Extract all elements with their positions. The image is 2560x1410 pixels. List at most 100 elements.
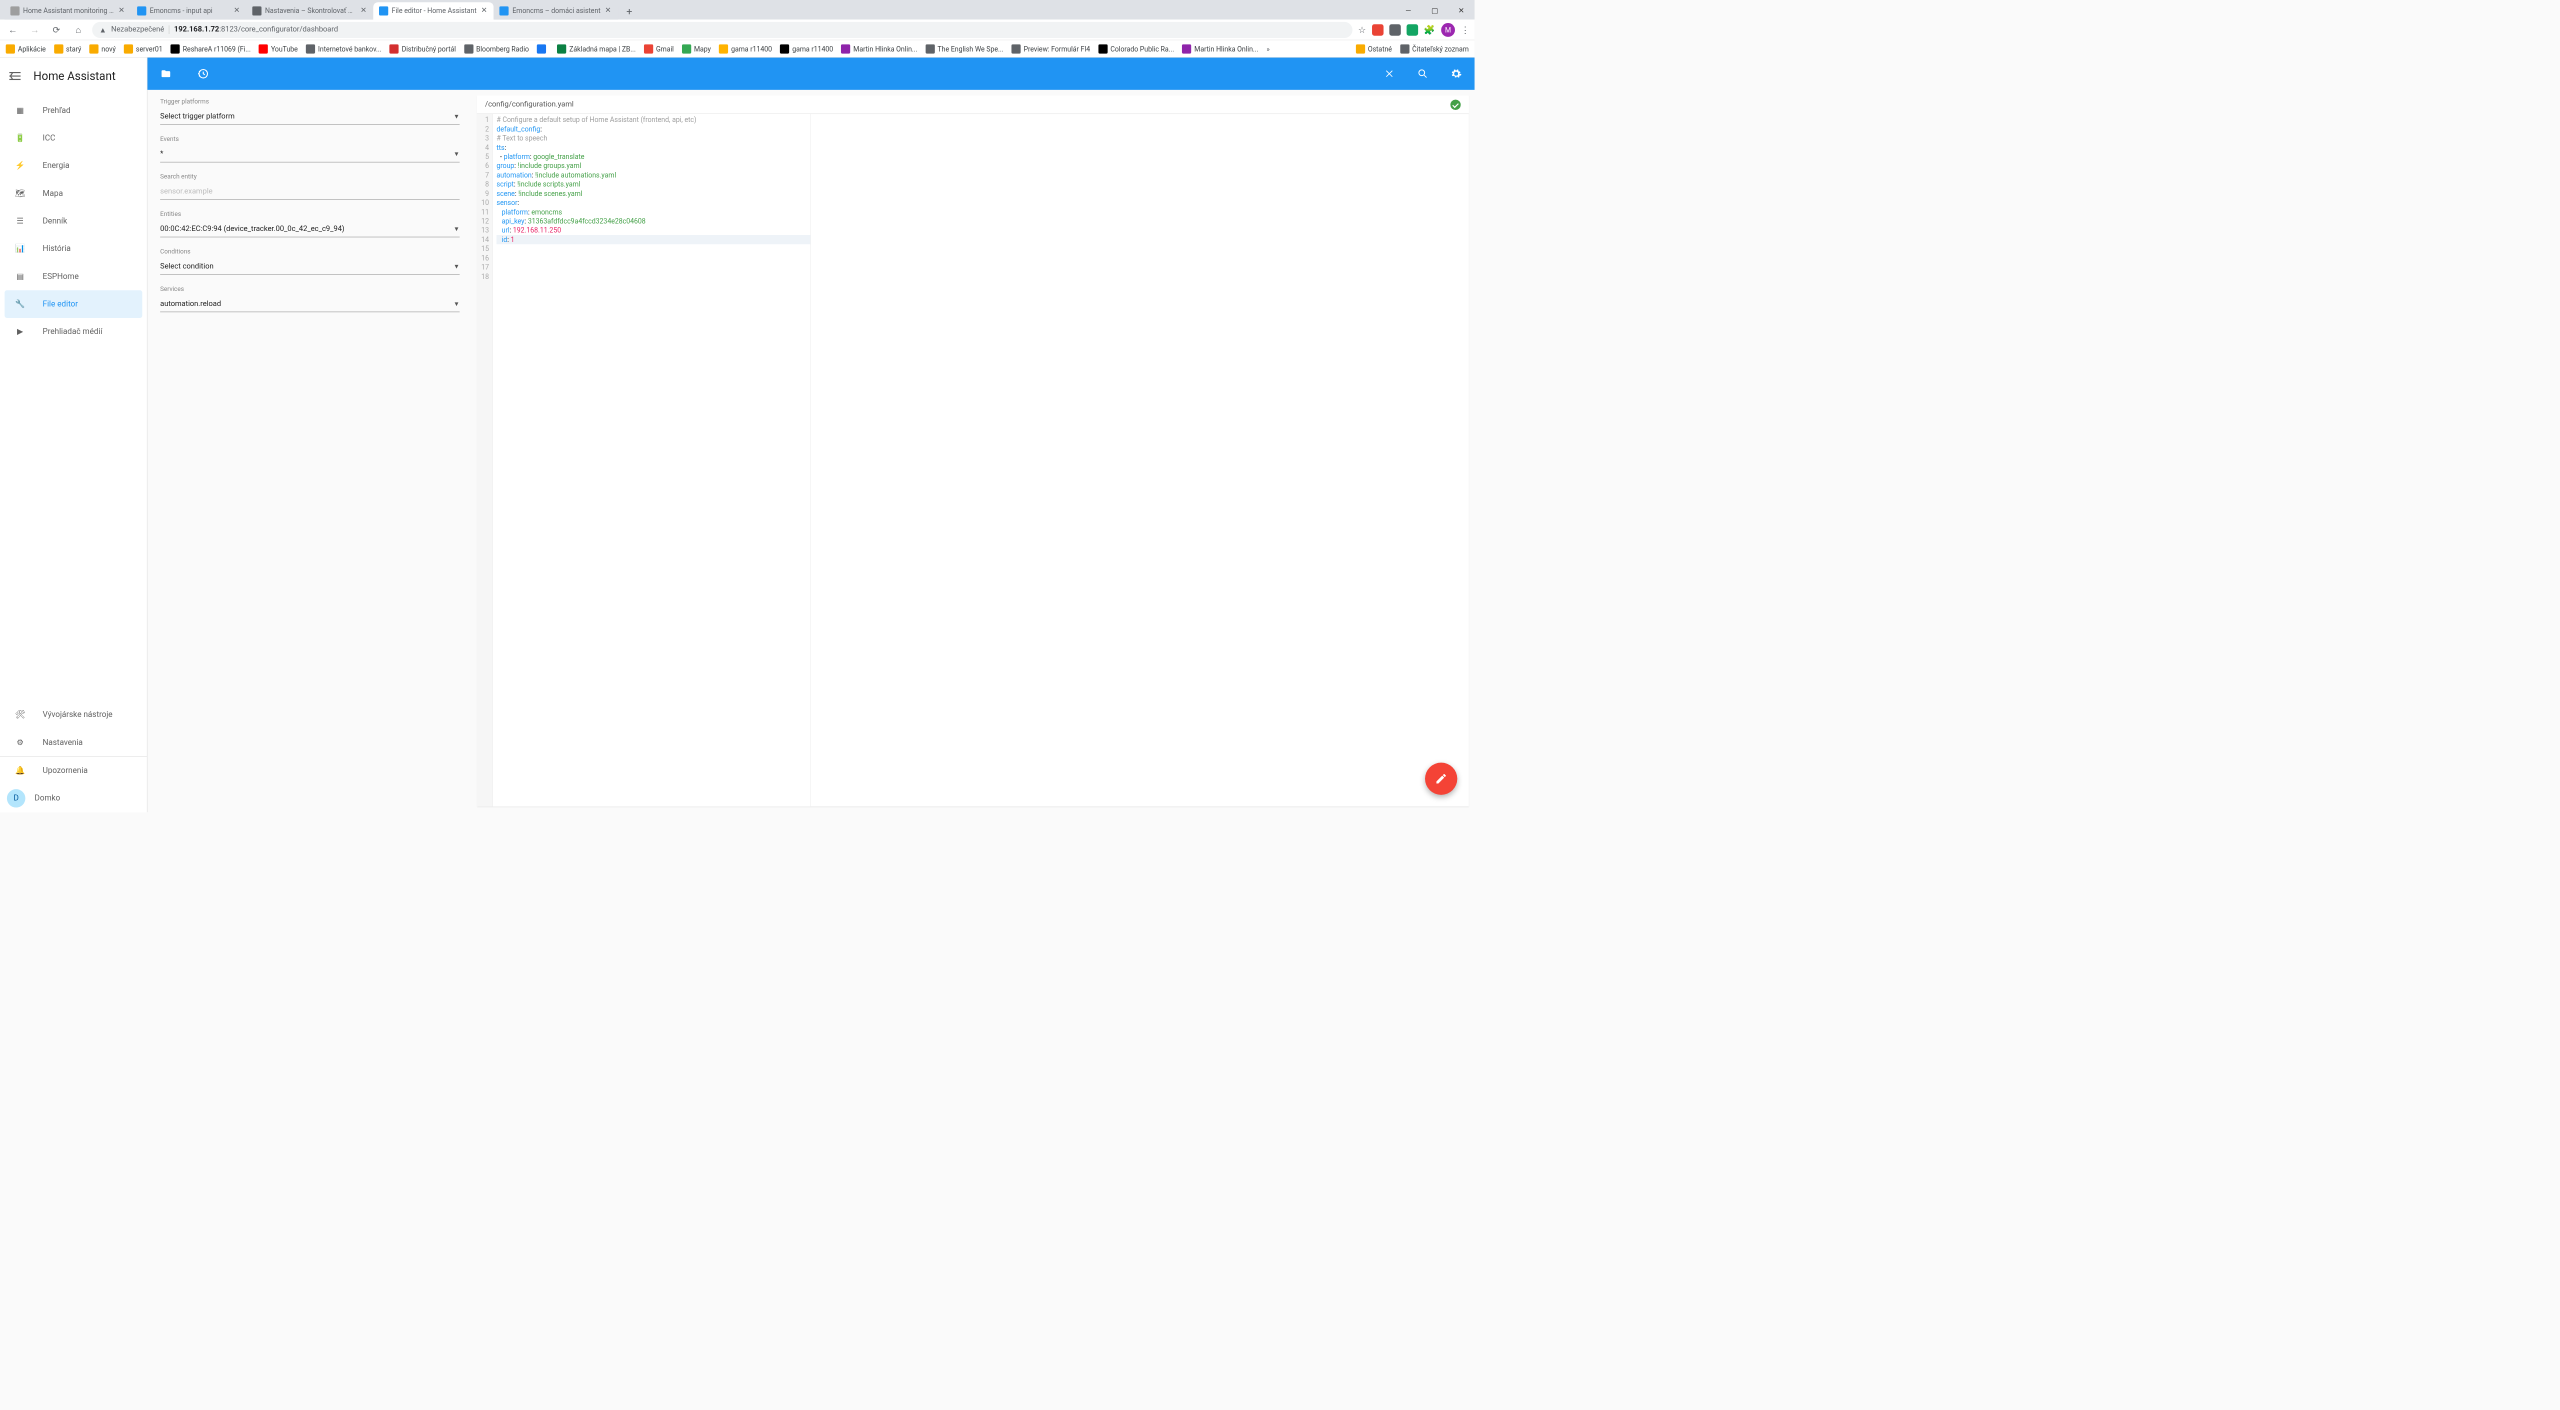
sidebar-item[interactable]: ⚡Energia: [5, 152, 143, 180]
bookmark-item[interactable]: YouTube: [259, 44, 298, 53]
sidebar-item[interactable]: ▶Prehliadač médií: [5, 318, 143, 346]
sidebar-item[interactable]: 🔧File editor: [5, 290, 143, 318]
extension-icon[interactable]: [1372, 24, 1384, 36]
bookmark-item[interactable]: Bloomberg Radio: [464, 44, 529, 53]
sidebar-item[interactable]: 🔋ICC: [5, 124, 143, 152]
chevron-down-icon: ▼: [453, 225, 459, 232]
bookmark-item[interactable]: gama r11400: [780, 44, 833, 53]
sidebar-item[interactable]: ⚙Nastavenia: [5, 729, 143, 757]
bolt-icon: ⚡: [14, 160, 27, 173]
window-maximize[interactable]: ▢: [1422, 2, 1448, 19]
sidebar-user[interactable]: D Domko: [0, 785, 147, 813]
search-entity-input[interactable]: [160, 184, 460, 200]
window-close[interactable]: ✕: [1448, 2, 1474, 19]
history-icon[interactable]: [192, 63, 213, 84]
browser-tab[interactable]: Home Assistant monitoring FVE ✕: [5, 2, 132, 19]
bookmark-favicon: [1400, 44, 1409, 53]
entities-select[interactable]: 00:0C:42:EC:C9:94 (device_tracker.00_0c_…: [160, 221, 460, 237]
close-icon[interactable]: [1379, 63, 1400, 84]
bookmark-label: Martin Hlinka Onlin...: [853, 45, 917, 53]
chrome-menu-icon[interactable]: ⋮: [1461, 24, 1470, 35]
bookmark-item[interactable]: Čitateľský zoznam: [1400, 44, 1469, 53]
tab-close-icon[interactable]: ✕: [480, 7, 488, 15]
tab-favicon: [500, 6, 509, 15]
bookmark-item[interactable]: Colorado Public Ra...: [1098, 44, 1174, 53]
sidebar-toggle-icon[interactable]: [9, 69, 23, 83]
bookmark-item[interactable]: nový: [89, 44, 115, 53]
sidebar-item[interactable]: ☰Denník: [5, 207, 143, 235]
ha-header: Home Assistant: [0, 58, 147, 95]
sidebar-notifications[interactable]: 🔔 Upozornenia: [5, 757, 143, 785]
search-icon[interactable]: [1412, 63, 1433, 84]
sidebar-item[interactable]: 🗺Mapa: [5, 180, 143, 208]
tab-title: Nastavenia – Skontrolovať heslá: [265, 7, 356, 15]
folder-icon[interactable]: [156, 63, 177, 84]
browser-tab[interactable]: Nastavenia – Skontrolovať heslá ✕: [247, 2, 374, 19]
bookmark-item[interactable]: starý: [54, 44, 81, 53]
bookmark-item[interactable]: ReshareA r11069 (Fi...: [171, 44, 251, 53]
bookmark-label: server01: [136, 45, 163, 53]
field-label: Services: [160, 285, 460, 292]
browser-tab[interactable]: Emoncms – domáci asistent ✕: [494, 2, 618, 19]
conditions-select[interactable]: Select condition ▼: [160, 259, 460, 275]
trigger-platform-select[interactable]: Select trigger platform ▼: [160, 109, 460, 125]
code-editor[interactable]: 123456789101112131415161718 # Configure …: [477, 114, 1469, 806]
new-tab-button[interactable]: +: [621, 3, 637, 19]
bookmark-label: Colorado Public Ra...: [1110, 45, 1174, 53]
bookmark-label: Mapy: [694, 45, 711, 53]
nav-reload[interactable]: ⟳: [48, 22, 64, 38]
map-icon: 🗺: [14, 187, 27, 200]
extension-icon[interactable]: [1389, 24, 1401, 36]
bookmark-item[interactable]: Martin Hlinka Onlin...: [841, 44, 917, 53]
star-icon[interactable]: ☆: [1358, 24, 1366, 35]
bookmark-item[interactable]: Ostatné: [1356, 44, 1392, 53]
sidebar-item[interactable]: ▦Prehľad: [5, 97, 143, 125]
save-fab[interactable]: [1425, 763, 1457, 795]
nav-home[interactable]: ⌂: [70, 22, 86, 38]
tab-favicon: [137, 6, 146, 15]
bookmark-item[interactable]: Distribučný portál: [390, 44, 456, 53]
bookmark-item[interactable]: server01: [124, 44, 163, 53]
extension-icon[interactable]: [1407, 24, 1419, 36]
field-label: Entities: [160, 210, 460, 217]
bookmark-item[interactable]: Základná mapa | ZB...: [557, 44, 636, 53]
sidebar-item[interactable]: 🛠Vývojárske nástroje: [5, 701, 143, 729]
window-minimize[interactable]: —: [1395, 2, 1421, 19]
bell-icon: 🔔: [14, 764, 27, 777]
valid-check-icon: [1450, 99, 1460, 109]
bookmarks-overflow[interactable]: »: [1266, 45, 1269, 53]
bookmark-item[interactable]: Aplikácie: [6, 44, 46, 53]
bookmark-item[interactable]: Martin Hlinka Onlin...: [1182, 44, 1258, 53]
profile-avatar[interactable]: M: [1441, 23, 1455, 37]
tab-close-icon[interactable]: ✕: [233, 7, 241, 15]
bookmark-item[interactable]: [537, 44, 549, 53]
extensions-menu-icon[interactable]: 🧩: [1424, 24, 1435, 35]
tab-close-icon[interactable]: ✕: [118, 7, 126, 15]
browser-tab[interactable]: File editor - Home Assistant ✕: [373, 2, 494, 19]
tab-close-icon[interactable]: ✕: [359, 7, 367, 15]
chevron-down-icon: ▼: [453, 113, 459, 120]
bookmark-item[interactable]: Gmail: [644, 44, 674, 53]
bookmark-item[interactable]: Mapy: [682, 44, 711, 53]
bookmark-favicon: [1182, 44, 1191, 53]
services-select[interactable]: automation.reload ▼: [160, 296, 460, 312]
sidebar-item[interactable]: ▤ESPHome: [5, 263, 143, 291]
sidebar-item-label: Denník: [43, 217, 68, 226]
tab-close-icon[interactable]: ✕: [604, 7, 612, 15]
address-bar[interactable]: ▲ Nezabezpečené 192.168.1.72:8123/core_c…: [92, 22, 1352, 38]
bookmark-label: Preview: Formulár FI4: [1024, 45, 1091, 53]
bookmark-item[interactable]: Preview: Formulár FI4: [1012, 44, 1091, 53]
gear-icon[interactable]: [1446, 63, 1467, 84]
bookmark-label: Distribučný portál: [402, 45, 456, 53]
ha-sidebar: Home Assistant ▦Prehľad🔋ICC⚡Energia🗺Mapa…: [0, 58, 147, 813]
events-select[interactable]: * ▼: [160, 146, 460, 162]
bookmark-item[interactable]: The English We Spe...: [925, 44, 1003, 53]
field-label: Events: [160, 135, 460, 142]
bookmark-item[interactable]: gama r11400: [719, 44, 772, 53]
nav-forward[interactable]: →: [26, 22, 42, 38]
bookmark-item[interactable]: Internetové bankov...: [306, 44, 382, 53]
nav-back[interactable]: ←: [5, 22, 21, 38]
sidebar-item[interactable]: 📊História: [5, 235, 143, 263]
browser-tab[interactable]: Emoncms - input api ✕: [131, 2, 246, 19]
dashboard-icon: ▦: [14, 104, 27, 117]
